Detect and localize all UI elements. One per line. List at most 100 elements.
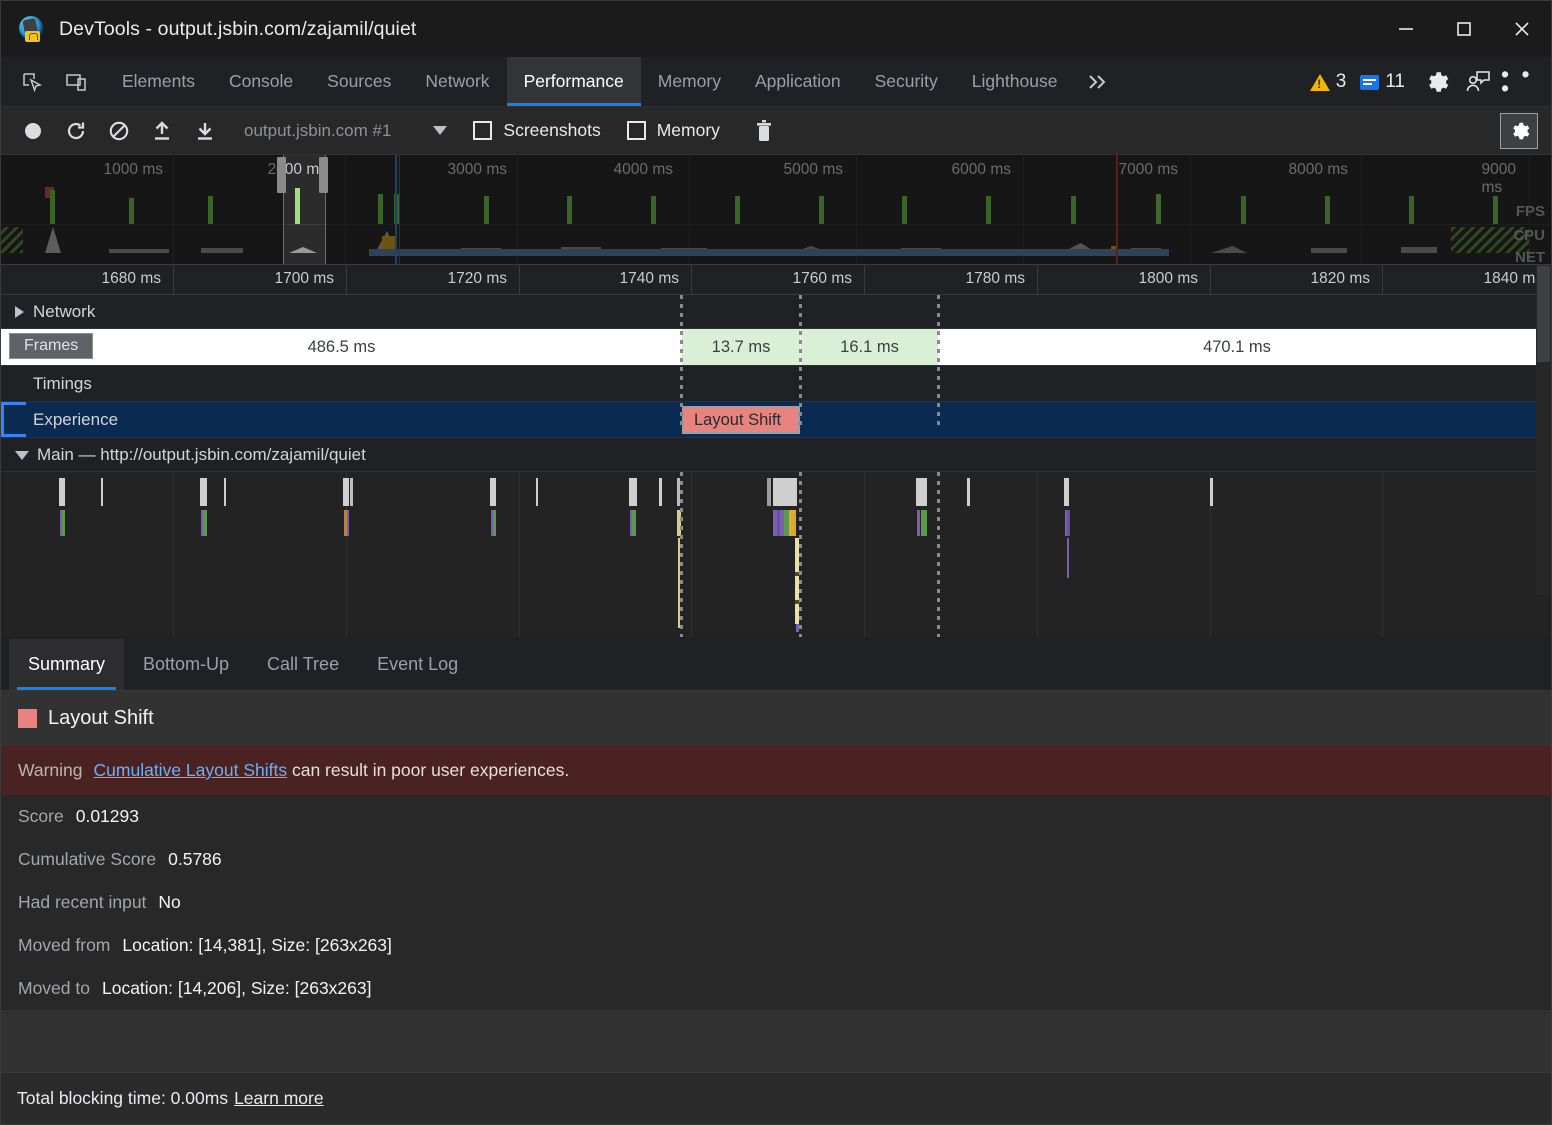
track-experience[interactable]: Experience Layout Shift: [1, 402, 1551, 438]
overview-dim-right: [326, 155, 1551, 264]
overview-selection-handle-right[interactable]: [319, 157, 328, 193]
frame-segment[interactable]: 486.5 ms: [1, 329, 682, 365]
screenshots-checkbox[interactable]: Screenshots: [473, 120, 600, 141]
gear-icon[interactable]: [1417, 63, 1455, 101]
track-network-label: Network: [1, 295, 95, 328]
timeline-overview[interactable]: 1000 ms 2000 ms 3000 ms 4000 ms 5000 ms …: [1, 155, 1551, 265]
track-main-label: Main — http://output.jsbin.com/zajamil/q…: [1, 438, 366, 471]
screenshots-label: Screenshots: [503, 120, 600, 141]
timeline-tick: 1720 ms: [448, 270, 517, 288]
frame-segment[interactable]: 13.7 ms: [682, 329, 800, 365]
overview-dim-left: [1, 155, 283, 264]
memory-checkbox[interactable]: Memory: [627, 120, 720, 141]
cumulative-layout-shifts-link[interactable]: Cumulative Layout Shifts: [94, 760, 288, 780]
detail-value: Location: [14,206], Size: [263x263]: [102, 978, 372, 999]
detail-row-score: Score 0.01293: [1, 795, 1551, 838]
detail-row-cumulative-score: Cumulative Score 0.5786: [1, 838, 1551, 881]
track-label-text: Network: [33, 302, 95, 322]
tab-bottom-up[interactable]: Bottom-Up: [124, 639, 248, 690]
tab-call-tree[interactable]: Call Tree: [248, 639, 358, 690]
minimize-button[interactable]: [1377, 1, 1435, 57]
capture-settings-button[interactable]: [1500, 113, 1538, 149]
timeline-flame-chart-area: 1680 ms 1700 ms 1720 ms 1740 ms 1760 ms …: [1, 265, 1551, 595]
tab-console[interactable]: Console: [212, 57, 310, 106]
record-button[interactable]: [15, 114, 51, 148]
learn-more-link[interactable]: Learn more: [234, 1088, 324, 1109]
marker-dash-left: [680, 295, 683, 429]
timeline-tick: 1760 ms: [793, 270, 862, 288]
tab-sources[interactable]: Sources: [310, 57, 408, 106]
collect-garbage-icon[interactable]: [746, 114, 782, 148]
detail-value: No: [158, 892, 180, 913]
frame-segment[interactable]: 16.1 ms: [801, 329, 938, 365]
tab-performance[interactable]: Performance: [507, 57, 641, 106]
detail-pane: Summary Bottom-Up Call Tree Event Log La…: [1, 639, 1551, 1124]
warning-count-group[interactable]: 3: [1310, 71, 1347, 93]
tab-summary[interactable]: Summary: [9, 639, 124, 690]
tab-elements[interactable]: Elements: [105, 57, 212, 106]
track-timings[interactable]: Timings: [1, 366, 1551, 402]
feedback-person-icon[interactable]: [1459, 63, 1497, 101]
tab-application[interactable]: Application: [738, 57, 858, 106]
timeline-tick: 1820 ms: [1311, 270, 1380, 288]
track-label-text: Main — http://output.jsbin.com/zajamil/q…: [37, 445, 366, 465]
warning-count: 3: [1336, 71, 1347, 93]
selection-dashed-line-right: [937, 472, 940, 637]
tab-bar-tools: [1, 57, 93, 106]
tab-lighthouse[interactable]: Lighthouse: [955, 57, 1075, 106]
detail-key: Had recent input: [18, 892, 146, 913]
window-title: DevTools - output.jsbin.com/zajamil/quie…: [59, 18, 416, 41]
frame-segment[interactable]: 470.1 ms: [939, 329, 1535, 365]
tab-memory[interactable]: Memory: [641, 57, 738, 106]
memory-label: Memory: [657, 120, 720, 141]
message-count-group[interactable]: 11: [1360, 71, 1405, 93]
overview-selection-handle-left[interactable]: [277, 157, 286, 193]
event-color-swatch: [18, 709, 37, 728]
track-main[interactable]: Main — http://output.jsbin.com/zajamil/q…: [1, 438, 1551, 472]
timeline-scrollbar[interactable]: [1536, 265, 1551, 595]
track-timings-label: Timings: [1, 366, 92, 401]
chevron-down-icon[interactable]: [433, 126, 447, 135]
detail-value: 0.5786: [168, 849, 222, 870]
marker-dash-mid: [799, 295, 802, 429]
selection-dashed-line-mid: [799, 472, 802, 637]
timeline-tick: 1780 ms: [966, 270, 1035, 288]
memory-checkbox-box: [627, 121, 646, 140]
detail-key: Moved from: [18, 935, 110, 956]
tab-bar-right-controls: 3 11 • • •: [1310, 57, 1551, 107]
message-count: 11: [1385, 71, 1405, 93]
frames-chip-label: Frames: [9, 333, 93, 359]
reload-and-profile-button[interactable]: [58, 114, 94, 148]
main-flame-chart[interactable]: [1, 472, 1551, 637]
tab-security[interactable]: Security: [858, 57, 955, 106]
detail-key: Score: [18, 806, 64, 827]
detail-key: Cumulative Score: [18, 849, 156, 870]
collapse-triangle-icon[interactable]: [15, 451, 29, 460]
load-profile-button[interactable]: [144, 114, 180, 148]
inspect-element-icon[interactable]: [15, 66, 49, 98]
close-button[interactable]: [1493, 1, 1551, 57]
chevron-double-right-icon[interactable]: [1074, 57, 1122, 106]
more-options-glyph: • • •: [1501, 68, 1539, 96]
timeline-scrollbar-thumb[interactable]: [1537, 266, 1550, 362]
layout-shift-event[interactable]: Layout Shift: [682, 406, 800, 434]
tab-event-log[interactable]: Event Log: [358, 639, 477, 690]
profile-selector-label[interactable]: output.jsbin.com #1: [244, 121, 391, 141]
clear-recording-button[interactable]: [101, 114, 137, 148]
more-options-icon[interactable]: • • •: [1501, 63, 1539, 101]
warning-label: Warning: [18, 760, 83, 781]
maximize-button[interactable]: [1435, 1, 1493, 57]
detail-title: Layout Shift: [48, 707, 154, 730]
timeline-tick: 1700 ms: [275, 270, 344, 288]
expand-triangle-icon[interactable]: [15, 306, 24, 318]
save-profile-button[interactable]: [187, 114, 223, 148]
tab-network[interactable]: Network: [408, 57, 506, 106]
warning-triangle-icon: [1310, 74, 1330, 91]
device-toolbar-icon[interactable]: [59, 66, 93, 98]
track-frames[interactable]: Frames 486.5 ms 13.7 ms 16.1 ms 470.1 ms: [1, 329, 1551, 366]
marker-dash-right: [937, 295, 940, 429]
detail-empty-space: [1, 1010, 1551, 1072]
track-network[interactable]: Network: [1, 295, 1551, 329]
panel-tabs: Elements Console Sources Network Perform…: [105, 57, 1074, 106]
devtools-tab-bar: Elements Console Sources Network Perform…: [1, 57, 1551, 107]
